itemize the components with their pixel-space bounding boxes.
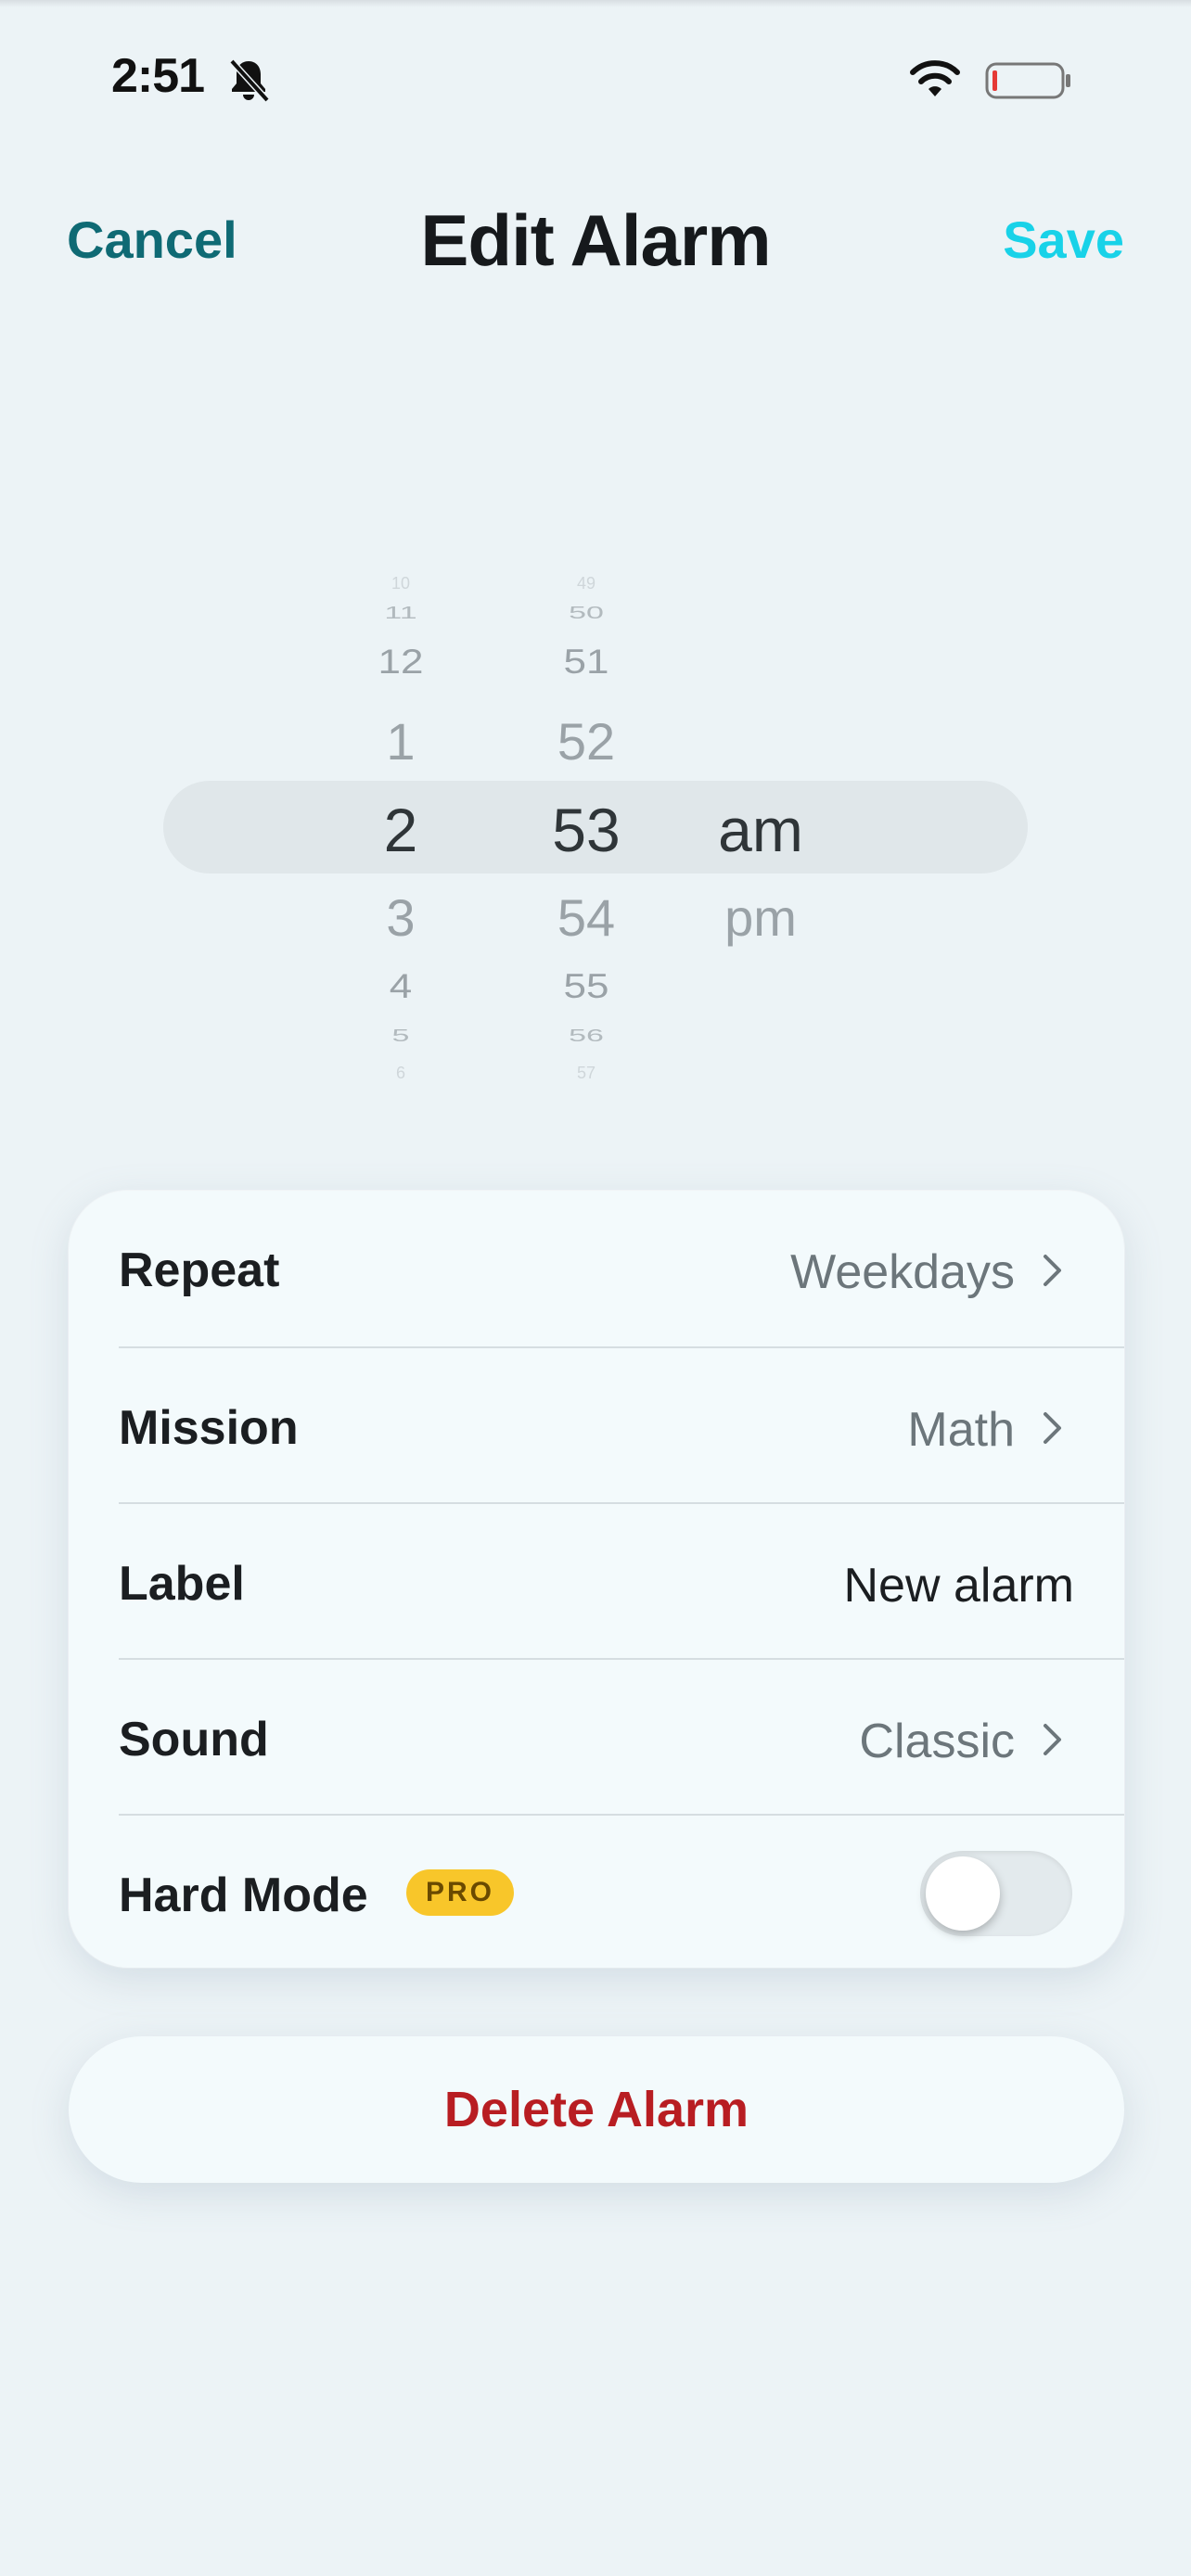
toggle-knob	[926, 1856, 1000, 1931]
label-label: Label	[119, 1557, 245, 1611]
hour-option[interactable]: 1	[308, 716, 493, 768]
repeat-row[interactable]: Repeat Weekdays	[69, 1191, 1124, 1346]
mission-value: Math	[907, 1403, 1015, 1457]
hour-option[interactable]: 3	[308, 892, 493, 944]
hard-mode-toggle[interactable]	[920, 1851, 1072, 1936]
hour-option[interactable]: 6	[308, 1065, 493, 1081]
hour-option[interactable]: 12	[308, 644, 493, 679]
pro-badge: PRO	[406, 1869, 514, 1916]
save-button[interactable]: Save	[1003, 210, 1124, 270]
chevron-right-icon	[1044, 1724, 1061, 1755]
repeat-value: Weekdays	[790, 1245, 1015, 1299]
repeat-label: Repeat	[119, 1243, 280, 1297]
minute-option[interactable]: 52	[493, 716, 679, 768]
hour-option[interactable]: 4	[308, 969, 493, 1003]
minute-option[interactable]: 50	[493, 605, 679, 622]
battery-icon	[985, 62, 1070, 99]
minute-option-selected[interactable]: 53	[493, 799, 679, 861]
hour-option[interactable]: 11	[308, 605, 493, 622]
label-row[interactable]: Label New alarm	[69, 1504, 1124, 1660]
minute-option[interactable]: 56	[493, 1027, 679, 1045]
minute-option[interactable]: 57	[493, 1065, 679, 1081]
mission-label: Mission	[119, 1401, 299, 1455]
chevron-right-icon	[1044, 1412, 1061, 1444]
meridiem-option-selected[interactable]: am	[668, 799, 853, 861]
minute-option[interactable]: 55	[493, 969, 679, 1003]
bell-slash-icon	[229, 58, 270, 103]
minute-option[interactable]: 49	[493, 575, 679, 592]
minute-option[interactable]: 51	[493, 644, 679, 679]
status-time: 2:51	[111, 49, 205, 103]
hour-wheel[interactable]: 10 11 12 1 2 3 4 5 6	[308, 556, 493, 1085]
hour-option-selected[interactable]: 2	[308, 799, 493, 861]
top-shade	[0, 0, 1191, 7]
hour-option[interactable]: 5	[308, 1027, 493, 1045]
hard-mode-label: Hard Mode	[119, 1868, 368, 1922]
time-picker[interactable]: 10 11 12 1 2 3 4 5 6 49 50 51 52 53 54 5…	[0, 556, 1191, 1085]
hard-mode-row: Hard Mode PRO	[69, 1816, 1124, 1968]
meridiem-wheel[interactable]: am pm	[668, 556, 853, 1085]
sound-label: Sound	[119, 1713, 269, 1766]
sound-value: Classic	[859, 1715, 1015, 1768]
minute-wheel[interactable]: 49 50 51 52 53 54 55 56 57	[493, 556, 679, 1085]
label-value[interactable]: New alarm	[844, 1558, 1075, 1613]
wifi-icon	[910, 60, 960, 96]
minute-option[interactable]: 54	[493, 892, 679, 944]
meridiem-option[interactable]: pm	[668, 892, 853, 944]
delete-alarm-button[interactable]: Delete Alarm	[69, 2036, 1124, 2183]
mission-row[interactable]: Mission Math	[69, 1348, 1124, 1504]
chevron-right-icon	[1044, 1255, 1061, 1286]
hour-option[interactable]: 10	[308, 575, 493, 592]
sound-row[interactable]: Sound Classic	[69, 1660, 1124, 1816]
alarm-settings-card: Repeat Weekdays Mission Math Label New a…	[69, 1191, 1124, 1968]
